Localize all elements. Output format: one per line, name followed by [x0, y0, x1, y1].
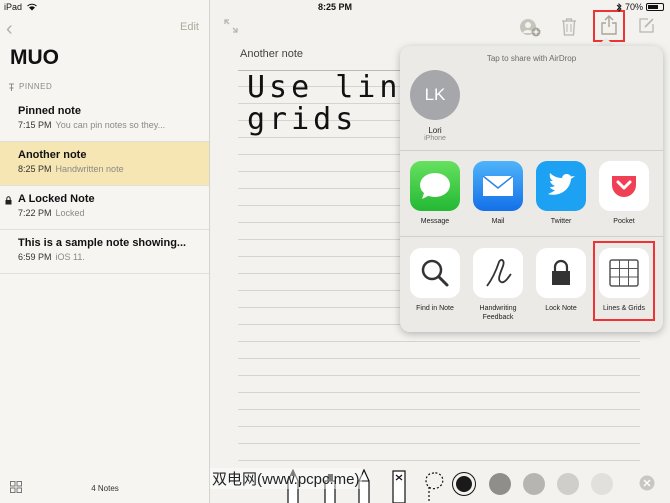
note-title: Another note	[18, 149, 87, 161]
color-gray-swatch[interactable]	[489, 473, 511, 495]
watermark-text: 双电网(www.pcpc.me)	[210, 468, 362, 489]
airdrop-hint: Tap to share with AirDrop	[486, 54, 577, 63]
airdrop-contact-name: Lori	[428, 126, 442, 135]
note-time: 6:59 PM	[18, 252, 52, 262]
color-lighter-swatch[interactable]	[591, 473, 613, 495]
battery-icon	[646, 3, 664, 11]
note-snippet: iOS 11.	[55, 252, 85, 262]
lasso-tool-icon[interactable]	[423, 469, 445, 503]
divider	[400, 236, 663, 237]
share-app-mail[interactable]: Mail	[470, 161, 526, 226]
share-icon[interactable]	[600, 15, 618, 35]
folder-title: MUO	[10, 46, 59, 69]
edit-button[interactable]: Edit	[180, 21, 199, 33]
share-app-pocket[interactable]: Pocket	[596, 161, 652, 226]
airdrop-contact-device: iPhone	[424, 135, 446, 142]
note-snippet: Handwritten note	[55, 164, 124, 174]
message-icon	[420, 173, 450, 199]
lock-icon	[5, 196, 12, 205]
color-silver-swatch[interactable]	[523, 473, 545, 495]
expand-icon[interactable]	[224, 19, 238, 33]
note-title: A Locked Note	[18, 193, 95, 205]
note-title: Pinned note	[18, 105, 81, 117]
padlock-icon	[552, 259, 570, 285]
trash-icon[interactable]	[561, 18, 577, 36]
color-black-swatch[interactable]	[453, 473, 475, 495]
back-button[interactable]: ‹	[6, 18, 13, 41]
add-people-icon[interactable]	[519, 18, 541, 38]
eraser-tool-icon[interactable]	[391, 469, 407, 503]
mail-icon	[482, 175, 514, 196]
note-heading: Another note	[240, 48, 303, 60]
handwritten-text: Use lin grids	[247, 70, 402, 137]
status-right: 70%	[616, 2, 664, 12]
compose-icon[interactable]	[639, 17, 655, 33]
status-bar: iPad 8:25 PM 70%	[0, 0, 670, 14]
note-item-sample[interactable]: This is a sample note showing... 6:59 PM…	[0, 230, 209, 274]
airdrop-contact-avatar[interactable]: LK	[410, 70, 460, 120]
note-time: 7:22 PM	[18, 208, 52, 218]
share-app-message[interactable]: Message	[407, 161, 463, 226]
note-item-pinned[interactable]: Pinned note 7:15 PM You can pin notes so …	[0, 98, 209, 142]
lines-grids-highlight	[593, 241, 655, 321]
note-snippet: Locked	[55, 208, 85, 218]
pin-icon	[9, 83, 14, 91]
squiggle-icon	[486, 259, 512, 287]
note-item-locked[interactable]: A Locked Note 7:22 PM Locked	[0, 186, 209, 230]
pinned-section-header: PINNED	[8, 82, 52, 91]
action-lock-note[interactable]: Lock Note	[533, 248, 589, 313]
twitter-bird-icon	[548, 173, 575, 195]
action-handwriting-feedback[interactable]: Handwriting Feedback	[470, 248, 526, 322]
note-item-another[interactable]: Another note 8:25 PM Handwritten note	[0, 142, 209, 186]
note-time: 8:25 PM	[18, 164, 52, 174]
close-tools-icon[interactable]	[639, 475, 655, 491]
pocket-icon	[612, 176, 636, 197]
clock: 8:25 PM	[317, 2, 352, 12]
note-list: Pinned note 7:15 PM You can pin notes so …	[0, 98, 209, 274]
note-count: 4 Notes	[91, 484, 119, 493]
divider	[400, 150, 663, 151]
note-title: This is a sample note showing...	[18, 237, 187, 249]
color-light-swatch[interactable]	[557, 473, 579, 495]
notes-sidebar: ‹ Edit MUO PINNED Pinned note 7:15 PM You…	[0, 0, 210, 503]
share-app-twitter[interactable]: Twitter	[533, 161, 589, 226]
note-snippet: You can pin notes so they...	[55, 120, 166, 130]
action-find-in-note[interactable]: Find in Note	[407, 248, 463, 313]
bluetooth-icon	[616, 2, 622, 12]
note-time: 7:15 PM	[18, 120, 52, 130]
battery-percent: 70%	[624, 2, 643, 12]
magnifier-icon	[421, 259, 449, 287]
